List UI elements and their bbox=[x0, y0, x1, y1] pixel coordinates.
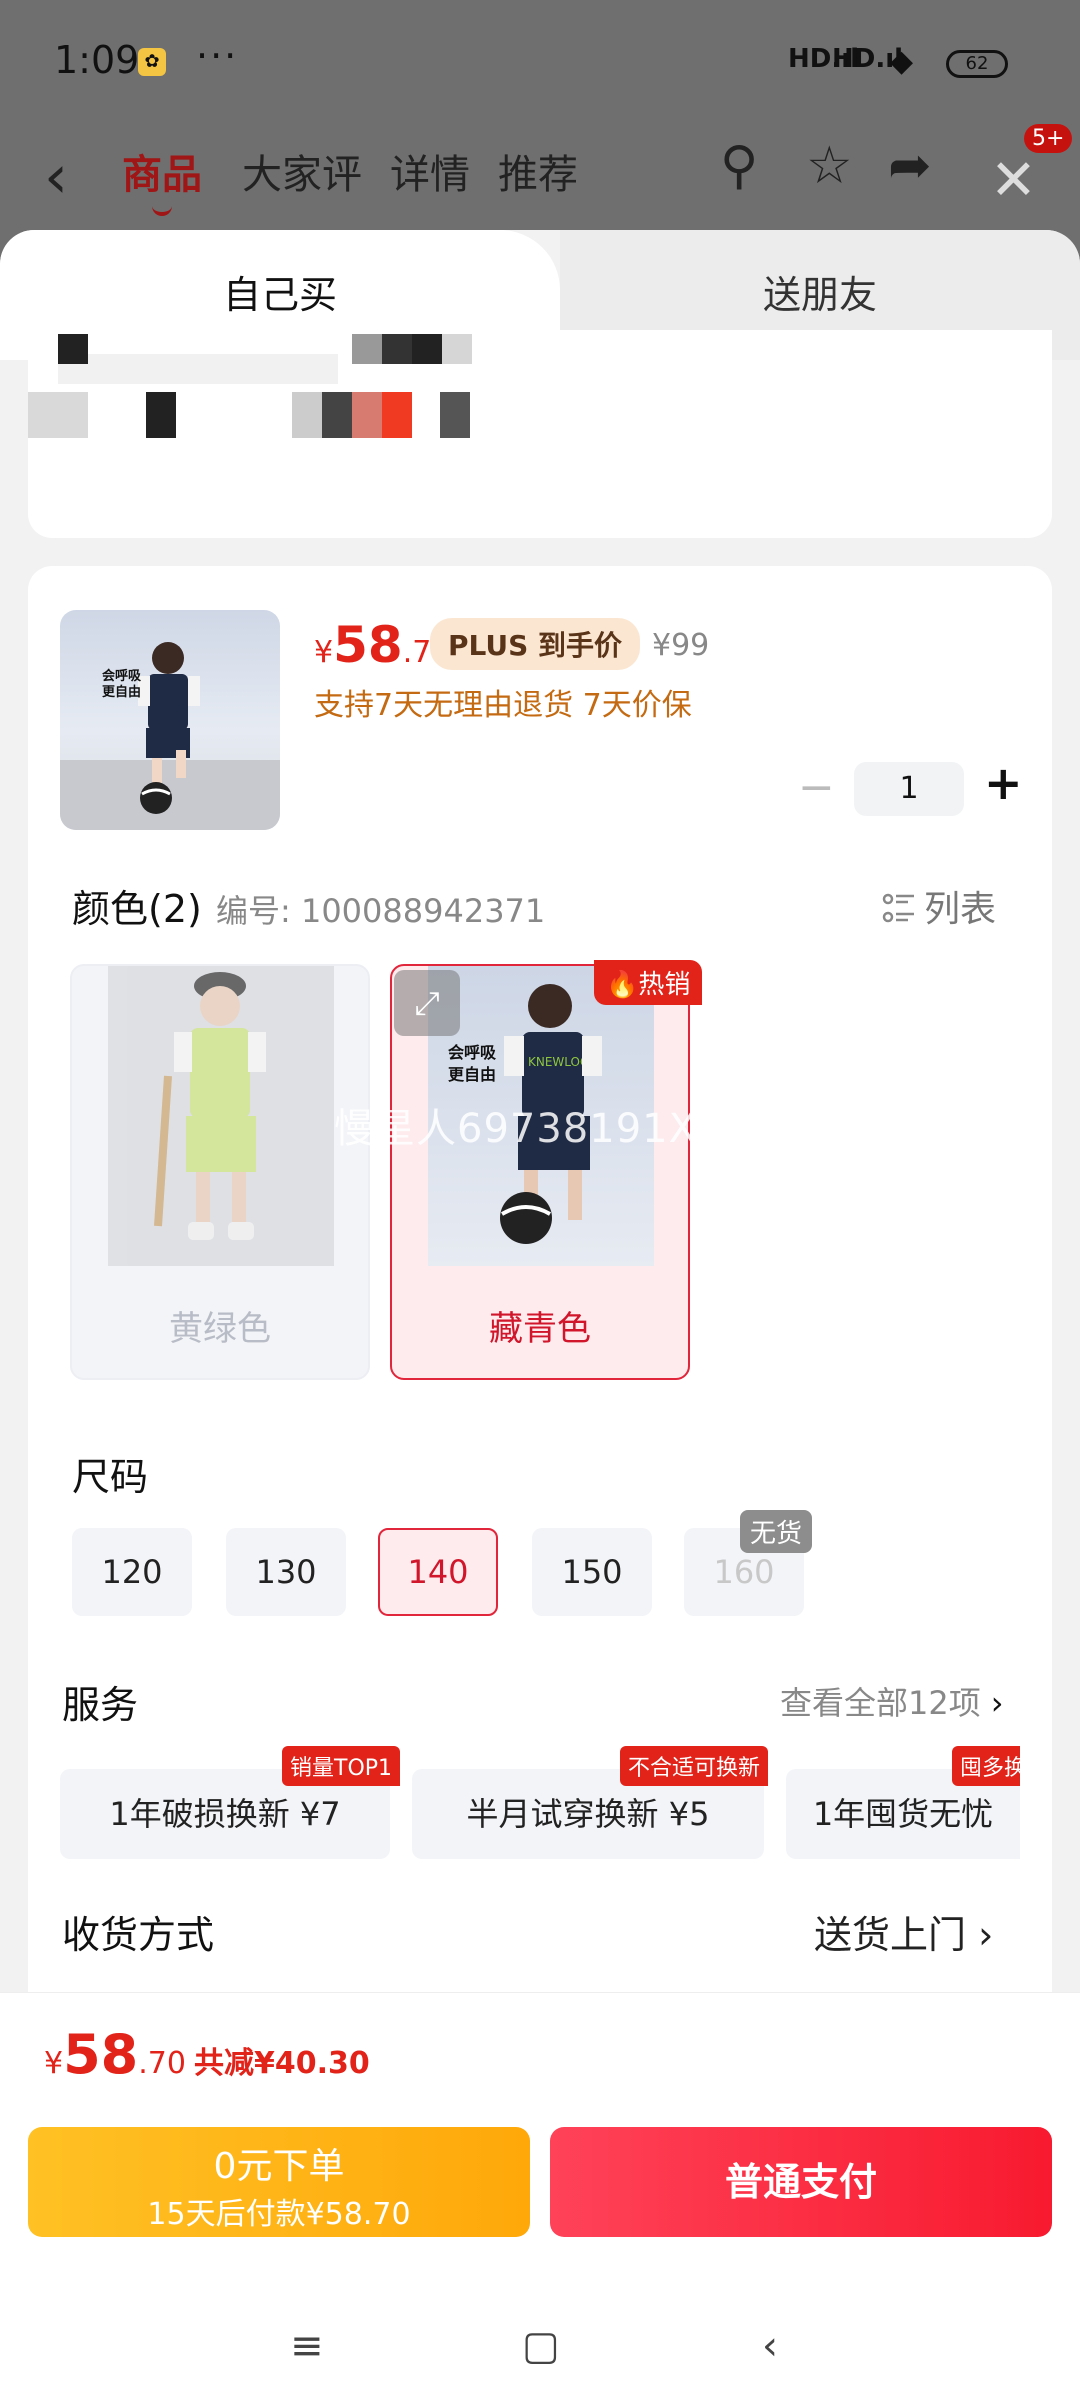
service-tag: 囤多换 bbox=[952, 1746, 1020, 1786]
price-decimal: .7 bbox=[402, 635, 432, 670]
price-integer: 58 bbox=[333, 616, 403, 674]
pay-later-button[interactable]: 0元下单 15天后付款¥58.70 bbox=[28, 2127, 530, 2237]
quantity-decrease-button[interactable]: − bbox=[798, 762, 835, 813]
color-section-label: 颜色(2) bbox=[72, 887, 202, 931]
home-icon[interactable]: ▢ bbox=[522, 2323, 560, 2369]
watermark-text: 慢星人69738191X bbox=[334, 1106, 697, 1152]
color-option-label: 藏青色 bbox=[489, 1309, 591, 1349]
out-of-stock-badge: 无货 bbox=[740, 1510, 813, 1553]
tab-recommend[interactable]: 推荐 bbox=[498, 142, 578, 200]
normal-pay-button[interactable]: 普通支付 bbox=[550, 2127, 1052, 2237]
close-icon[interactable]: ✕ bbox=[990, 148, 1037, 213]
battery-indicator: 62 bbox=[946, 50, 1008, 78]
sku-price: ¥58.7 bbox=[314, 616, 431, 674]
tab-product[interactable]: 商品 bbox=[122, 142, 202, 216]
tab-reviews[interactable]: 大家评 bbox=[242, 142, 362, 200]
product-thumbnail[interactable]: 会呼吸 更自由 bbox=[60, 610, 280, 830]
quantity-input[interactable]: 1 bbox=[854, 762, 964, 816]
sku-number: 编号: 100088942371 bbox=[216, 892, 546, 930]
total-price: ¥58.70 共减¥40.30 bbox=[44, 2023, 370, 2086]
total-decimal: .70 bbox=[138, 2046, 186, 2081]
svg-text:更自由: 更自由 bbox=[448, 1065, 496, 1084]
total-integer: 58 bbox=[63, 2023, 139, 2086]
service-section-label: 服务 bbox=[62, 1683, 139, 1727]
vpn-icon: ◆ bbox=[890, 44, 914, 79]
service-tag: 销量TOP1 bbox=[282, 1746, 401, 1786]
total-currency: ¥ bbox=[44, 2046, 64, 2081]
chevron-right-icon: › bbox=[978, 1913, 994, 1957]
view-all-label: 查看全部12项 bbox=[780, 1684, 981, 1722]
sku-selection-card: 会呼吸 更自由 ¥58.7 PLUS 到手价 ¥99 支持7天无理由退货 7天价… bbox=[28, 566, 1052, 2066]
back-icon[interactable]: ‹ bbox=[44, 142, 68, 212]
status-more: ··· bbox=[196, 34, 239, 78]
address-card-blurred bbox=[28, 330, 1052, 538]
return-policy-text: 支持7天无理由退货 7天价保 bbox=[314, 688, 692, 723]
share-icon[interactable]: ➦ bbox=[888, 136, 932, 196]
yellow-green-photo bbox=[108, 966, 334, 1266]
service-tag: 不合适可换新 bbox=[620, 1746, 769, 1786]
chevron-right-icon: › bbox=[990, 1684, 1004, 1722]
total-discount: 共减¥40.30 bbox=[193, 2046, 370, 2081]
size-option-130[interactable]: 130 bbox=[226, 1528, 346, 1616]
tab-details[interactable]: 详情 bbox=[390, 142, 470, 200]
status-time: 1:09 bbox=[54, 38, 140, 82]
shipping-method-text: 送货上门 bbox=[814, 1913, 967, 1957]
size-option-140[interactable]: 140 bbox=[378, 1528, 498, 1616]
hot-sale-tag: 🔥热销 bbox=[594, 960, 703, 1005]
shipping-method-value[interactable]: 送货上门 › bbox=[814, 1904, 993, 1959]
quantity-increase-button[interactable]: + bbox=[984, 756, 1023, 810]
size-section-label: 尺码 bbox=[72, 1455, 149, 1499]
pay-later-title: 0元下单 bbox=[213, 2146, 345, 2187]
color-option-label: 黄绿色 bbox=[169, 1309, 271, 1349]
original-price: ¥99 bbox=[652, 628, 710, 663]
size-option-150[interactable]: 150 bbox=[532, 1528, 652, 1616]
top-navigation: ‹ 商品 大家评 详情 推荐 ⚲ ☆ ➦ 5+ bbox=[0, 120, 1080, 230]
status-bar: 1:09 ✿ ··· HD.ıl HD.ıl ◆ 62 bbox=[0, 0, 1080, 120]
back-nav-icon[interactable]: ‹ bbox=[762, 2323, 778, 2369]
checkout-bar: ¥58.70 共减¥40.30 0元下单 15天后付款¥58.70 普通支付 ≡ … bbox=[0, 1992, 1080, 2400]
svg-text:会呼吸: 会呼吸 bbox=[102, 668, 142, 684]
plus-price-tag: PLUS 到手价 bbox=[430, 618, 641, 670]
shipping-method-label: 收货方式 bbox=[62, 1913, 215, 1957]
search-icon[interactable]: ⚲ bbox=[720, 136, 758, 196]
list-view-button[interactable]: 列表 bbox=[882, 880, 996, 932]
svg-text:更自由: 更自由 bbox=[102, 684, 141, 700]
list-view-label: 列表 bbox=[924, 889, 997, 930]
menu-icon[interactable]: ≡ bbox=[290, 2323, 324, 2369]
favorite-icon[interactable]: ☆ bbox=[806, 136, 853, 196]
list-icon bbox=[882, 893, 914, 923]
notification-icon: ✿ bbox=[138, 48, 166, 76]
price-currency: ¥ bbox=[314, 635, 334, 670]
svg-text:会呼吸: 会呼吸 bbox=[448, 1043, 497, 1062]
purchase-sheet: 自己买 送朋友 会呼吸 更自由 ¥58.7 PLUS 到手价 ¥99 支持7天无… bbox=[0, 230, 1080, 2400]
pay-later-subtitle: 15天后付款¥58.70 bbox=[147, 2197, 411, 2232]
view-all-services-link[interactable]: 查看全部12项 › bbox=[780, 1678, 1004, 1724]
color-option-yellow-green[interactable]: 黄绿色 bbox=[70, 964, 370, 1380]
hot-sale-label: 热销 bbox=[638, 970, 691, 1000]
size-option-120[interactable]: 120 bbox=[72, 1528, 192, 1616]
product-photo-illustration: 会呼吸 更自由 bbox=[60, 642, 280, 830]
expand-image-icon[interactable]: ⤢ bbox=[394, 970, 460, 1036]
system-navigation-bar: ≡ ▢ ‹ bbox=[0, 2293, 1080, 2400]
